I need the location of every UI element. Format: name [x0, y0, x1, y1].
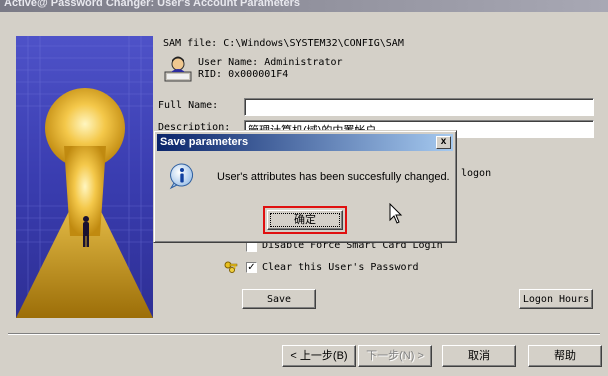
help-button[interactable]: 帮助 — [528, 345, 602, 367]
dialog-close-button[interactable]: x — [436, 136, 451, 149]
rid-value: 0x000001F4 — [228, 69, 289, 80]
dialog-title: Save parameters — [160, 136, 249, 148]
user-name-line: User Name: Administrator — [198, 57, 343, 68]
save-button-label: Save — [266, 294, 292, 305]
window-title: Active@ Password Changer: User's Account… — [4, 0, 300, 9]
dialog-title-bar: Save parameters x — [157, 134, 453, 151]
hidden-option-fragment: logon — [461, 168, 492, 179]
help-button-label: 帮助 — [554, 350, 576, 362]
logon-hours-label: Logon Hours — [522, 294, 590, 305]
logon-hours-button[interactable]: Logon Hours — [519, 289, 593, 309]
keyhole-illustration — [16, 36, 153, 318]
rid-label: RID: — [198, 69, 223, 80]
mouse-cursor-icon — [389, 202, 403, 225]
footer-separator — [8, 333, 600, 335]
user-name-value: Administrator — [264, 57, 343, 68]
full-name-field[interactable] — [244, 98, 594, 116]
ok-button[interactable]: 确定 — [267, 210, 343, 230]
sam-file-info: SAM file: C:\Windows\SYSTEM32\CONFIG\SAM — [163, 38, 404, 49]
sam-file-label: SAM file: — [163, 38, 218, 49]
key-icon — [224, 260, 238, 274]
next-button[interactable]: 下一步(N) > — [358, 345, 432, 367]
rid-line: RID: 0x000001F4 — [198, 69, 288, 80]
sam-file-path: C:\Windows\SYSTEM32\CONFIG\SAM — [223, 38, 404, 49]
next-button-label: 下一步(N) > — [366, 350, 424, 362]
close-icon: x — [440, 136, 447, 147]
user-name-label: User Name: — [198, 57, 259, 68]
back-button-label: < 上一步(B) — [290, 350, 348, 362]
user-icon — [163, 54, 193, 84]
cancel-button-label: 取消 — [468, 350, 490, 362]
info-icon — [168, 162, 196, 190]
full-name-label: Full Name: — [158, 100, 219, 111]
back-button[interactable]: < 上一步(B) — [282, 345, 356, 367]
clear-password-checkbox[interactable]: ✓ — [246, 262, 257, 273]
window-title-bar: Active@ Password Changer: User's Account… — [0, 0, 608, 12]
save-button[interactable]: Save — [242, 289, 316, 309]
clear-password-label: Clear this User's Password — [262, 262, 419, 273]
ok-button-label: 确定 — [294, 214, 316, 226]
dialog-message: User's attributes has been succesfully c… — [217, 171, 450, 183]
cancel-button[interactable]: 取消 — [442, 345, 516, 367]
